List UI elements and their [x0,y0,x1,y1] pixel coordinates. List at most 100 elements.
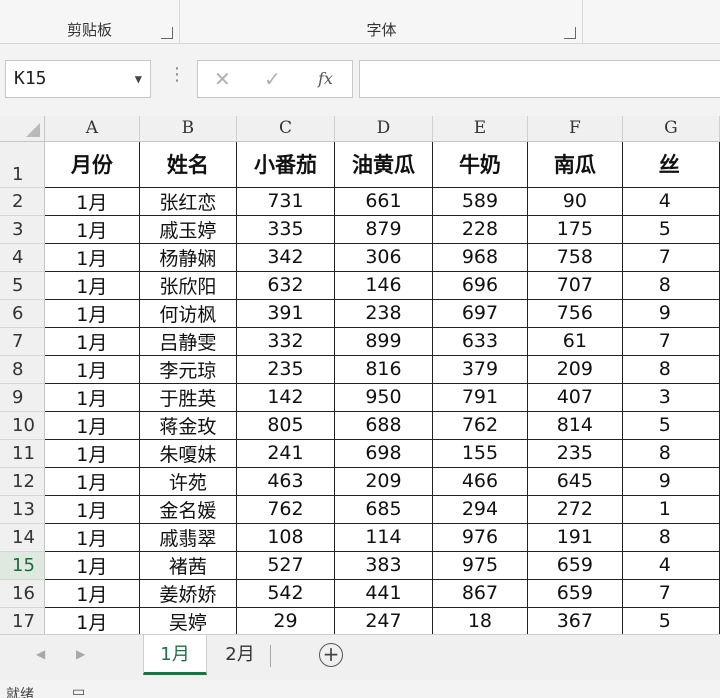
data-cell[interactable]: 632 [235,270,335,300]
data-cell[interactable]: 8 [621,522,720,552]
header-cell[interactable]: 小番茄 [235,140,335,188]
data-cell[interactable]: 688 [333,410,434,440]
header-cell[interactable]: 牛奶 [432,140,528,188]
data-cell[interactable]: 335 [235,214,335,244]
data-cell[interactable]: 191 [526,522,623,552]
data-cell[interactable]: 7 [621,578,720,608]
select-all-corner[interactable] [0,116,45,142]
data-cell[interactable]: 758 [526,242,623,272]
data-cell[interactable]: 645 [526,466,623,496]
data-cell[interactable]: 1月 [43,242,140,272]
row-header[interactable]: 2 [0,187,45,216]
data-cell[interactable]: 何访枫 [138,298,237,328]
data-cell[interactable]: 367 [526,606,623,634]
data-cell[interactable]: 697 [432,298,528,328]
data-cell[interactable]: 235 [526,438,623,468]
row-header[interactable]: 14 [0,523,45,552]
data-cell[interactable]: 867 [432,578,528,608]
data-cell[interactable]: 659 [526,578,623,608]
data-cell[interactable]: 209 [526,354,623,384]
column-header[interactable]: E [432,116,528,142]
data-cell[interactable]: 1月 [43,214,140,244]
row-header[interactable]: 13 [0,495,45,524]
data-cell[interactable]: 241 [235,438,335,468]
data-cell[interactable]: 4 [621,186,720,216]
data-cell[interactable]: 1月 [43,522,140,552]
data-cell[interactable]: 8 [621,270,720,300]
data-cell[interactable]: 1月 [43,606,140,634]
data-cell[interactable]: 332 [235,326,335,356]
data-cell[interactable]: 816 [333,354,434,384]
data-cell[interactable]: 吴婷 [138,606,237,634]
data-cell[interactable]: 18 [432,606,528,634]
data-cell[interactable]: 976 [432,522,528,552]
data-cell[interactable]: 698 [333,438,434,468]
header-cell[interactable]: 月份 [43,140,140,188]
data-cell[interactable]: 90 [526,186,623,216]
row-header[interactable]: 11 [0,439,45,468]
chevron-down-icon[interactable]: ▼ [135,61,142,97]
data-cell[interactable]: 1月 [43,550,140,580]
data-cell[interactable]: 899 [333,326,434,356]
column-header[interactable]: A [44,116,140,142]
data-cell[interactable]: 235 [235,354,335,384]
data-cell[interactable]: 527 [235,550,335,580]
scroll-left-icon[interactable]: ◀ [36,647,45,661]
data-cell[interactable]: 633 [432,326,528,356]
header-cell[interactable]: 南瓜 [526,140,623,188]
font-launcher-icon[interactable] [564,27,576,39]
data-cell[interactable]: 张欣阳 [138,270,237,300]
row-header[interactable]: 16 [0,579,45,608]
header-cell[interactable]: 丝 [621,140,720,188]
row-header[interactable]: 12 [0,467,45,496]
data-cell[interactable]: 戚翡翠 [138,522,237,552]
data-cell[interactable]: 379 [432,354,528,384]
data-cell[interactable]: 7 [621,242,720,272]
data-cell[interactable]: 879 [333,214,434,244]
data-cell[interactable]: 9 [621,466,720,496]
data-cell[interactable]: 李元琼 [138,354,237,384]
data-cell[interactable]: 155 [432,438,528,468]
data-cell[interactable]: 褚茜 [138,550,237,580]
data-cell[interactable]: 5 [621,606,720,634]
data-cell[interactable]: 29 [235,606,335,634]
data-cell[interactable]: 许苑 [138,466,237,496]
data-cell[interactable]: 407 [526,382,623,412]
data-cell[interactable]: 238 [333,298,434,328]
data-cell[interactable]: 1月 [43,326,140,356]
data-cell[interactable]: 戚玉婷 [138,214,237,244]
data-cell[interactable]: 814 [526,410,623,440]
data-cell[interactable]: 209 [333,466,434,496]
data-cell[interactable]: 342 [235,242,335,272]
data-cell[interactable]: 5 [621,410,720,440]
data-cell[interactable]: 8 [621,438,720,468]
data-cell[interactable]: 762 [235,494,335,524]
data-cell[interactable]: 383 [333,550,434,580]
data-cell[interactable]: 142 [235,382,335,412]
data-cell[interactable]: 391 [235,298,335,328]
data-cell[interactable]: 306 [333,242,434,272]
data-cell[interactable]: 731 [235,186,335,216]
formula-input[interactable] [359,60,720,98]
data-cell[interactable]: 8 [621,354,720,384]
column-header[interactable]: G [622,116,720,142]
data-cell[interactable]: 1 [621,494,720,524]
data-cell[interactable]: 1月 [43,298,140,328]
sheet-tab-2[interactable]: 2月 [215,635,265,675]
data-cell[interactable]: 1月 [43,494,140,524]
data-cell[interactable]: 1月 [43,382,140,412]
data-cell[interactable]: 1月 [43,438,140,468]
data-cell[interactable]: 108 [235,522,335,552]
data-cell[interactable]: 228 [432,214,528,244]
data-cell[interactable]: 吕静雯 [138,326,237,356]
cancel-icon[interactable]: ✕ [214,61,231,97]
row-header[interactable]: 7 [0,327,45,356]
accessibility-icon[interactable]: ▭ [72,684,85,698]
data-cell[interactable]: 1月 [43,354,140,384]
data-cell[interactable]: 294 [432,494,528,524]
more-options-icon[interactable]: ⋮ [168,64,186,85]
row-header[interactable]: 1 [0,141,45,188]
sheet-tab-1[interactable]: 1月 [143,635,207,675]
data-cell[interactable]: 蒋金玫 [138,410,237,440]
format-painter-icon[interactable] [98,0,134,4]
